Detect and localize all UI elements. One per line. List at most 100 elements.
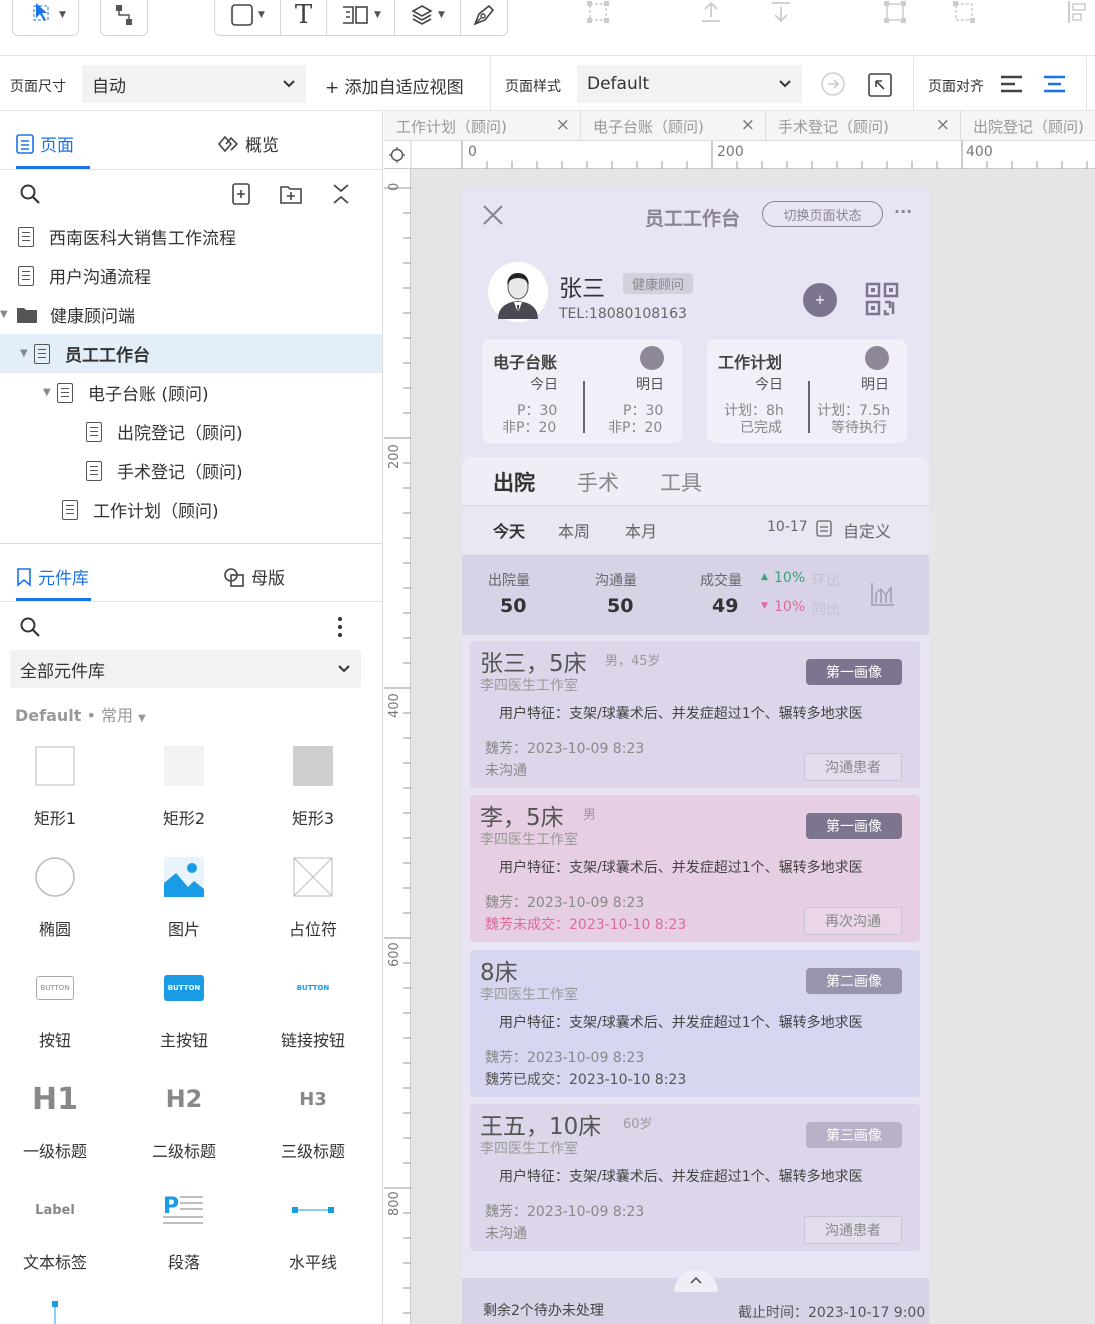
library-filter[interactable]: Default • 常用 ▼ <box>15 702 146 726</box>
editor-tab-label: 手术登记（顾问) <box>778 117 889 136</box>
collapse-all-icon[interactable] <box>331 183 351 205</box>
library-select[interactable]: 全部元件库 <box>10 650 361 688</box>
search-icon[interactable] <box>19 183 41 205</box>
component-h1[interactable]: H1 一级标题 <box>0 1076 110 1162</box>
pen-tool[interactable] <box>461 0 507 35</box>
ledger-indicator <box>640 346 664 370</box>
select-tool-group[interactable]: ▼ <box>12 0 79 36</box>
component-placeholder[interactable]: 占位符 <box>258 854 368 940</box>
tab-surgery[interactable]: 手术 <box>577 467 619 497</box>
chevron-up-icon[interactable] <box>689 1275 703 1285</box>
close-icon[interactable]: × <box>741 115 755 135</box>
group-icon[interactable] <box>877 0 913 30</box>
tree-item-page[interactable]: 西南医科大销售工作流程 <box>0 217 382 256</box>
close-icon[interactable] <box>482 204 504 226</box>
ledger-card[interactable]: 电子台账 今日 明日 P：30 非P：20 P：30 非P：20 <box>482 339 682 443</box>
period-today[interactable]: 今天 <box>493 518 525 542</box>
pointer-select-icon[interactable] <box>25 0 55 30</box>
tree-item-page[interactable]: 工作计划（顾问) <box>0 490 382 529</box>
move-up-icon[interactable] <box>693 0 729 30</box>
editor-tabs: 工作计划（顾问) × 电子台账（顾问) × 手术登记（顾问) × 出院登记（顾问) <box>384 111 1095 141</box>
layers-tool[interactable]: ▼ <box>395 0 461 35</box>
component-rectangle2[interactable]: 矩形2 <box>129 743 239 829</box>
more-options-icon[interactable] <box>334 615 346 639</box>
dynamic-panel-tool[interactable]: ▼ <box>327 0 395 35</box>
text-tool[interactable]: T <box>281 0 327 35</box>
tree-item-page-selected[interactable]: ▼ 员工工作台 <box>0 334 382 373</box>
page-size-select[interactable]: 自动 <box>82 65 306 103</box>
patient-card[interactable]: 8床 李四医生工作室 第二画像 用户特征：支架/球囊术后、并发症超过1个、辗转多地求医… <box>470 950 920 1097</box>
add-adaptive-view-button[interactable]: + 添加自适应视图 <box>325 73 464 98</box>
tab-overview[interactable]: 概览 <box>217 131 279 156</box>
plan-card[interactable]: 工作计划 今日 明日 计划：8h 已完成 计划：7.5h 等待执行 <box>707 339 907 443</box>
close-icon[interactable]: × <box>936 115 950 135</box>
component-ellipse[interactable]: 椭圆 <box>0 854 110 940</box>
align-center-page-icon[interactable] <box>1043 74 1067 94</box>
card-action-button[interactable]: 再次沟通 <box>804 907 902 935</box>
qr-code-icon[interactable] <box>865 282 899 316</box>
calendar-icon[interactable] <box>816 519 832 537</box>
close-icon[interactable]: × <box>556 115 570 135</box>
chevron-down-icon[interactable]: ▼ <box>59 10 66 20</box>
open-style-icon[interactable] <box>867 72 893 98</box>
h3-icon: H3 <box>299 1088 327 1110</box>
patient-card[interactable]: 王五，10床 60岁 李四医生工作室 第三画像 用户特征：支架/球囊术后、并发症超过1个… <box>470 1104 920 1251</box>
tree-item-page[interactable]: ▼ 电子台账 (顾问) <box>0 373 382 412</box>
tab-pages[interactable]: 页面 <box>16 131 74 156</box>
expand-triangle-icon[interactable]: ▼ <box>0 309 14 320</box>
tab-tools[interactable]: 工具 <box>660 467 702 497</box>
tab-discharge[interactable]: 出院 <box>493 467 535 497</box>
patient-card[interactable]: 李，5床 男李四医生工作室 第一画像 用户特征：支架/球囊术后、并发症超过1个、辗转多… <box>470 795 920 942</box>
expand-triangle-icon[interactable]: ▼ <box>20 348 34 359</box>
custom-period[interactable]: 自定义 <box>843 518 891 542</box>
component-primary-button[interactable]: BUTTON 主按钮 <box>129 965 239 1051</box>
period-week[interactable]: 本周 <box>558 518 590 542</box>
search-icon[interactable] <box>19 616 41 638</box>
move-down-icon[interactable] <box>763 0 799 30</box>
card-action-button[interactable]: 沟通患者 <box>804 753 902 781</box>
component-rectangle1[interactable]: 矩形1 <box>0 743 110 829</box>
tab-masters[interactable]: 母版 <box>223 564 285 589</box>
chevron-down-icon[interactable]: ▼ <box>258 10 265 20</box>
shape-tool[interactable]: ▼ <box>215 0 281 35</box>
expand-triangle-icon[interactable]: ▼ <box>43 387 57 398</box>
align-left-page-icon[interactable] <box>1000 74 1024 94</box>
library-name: Default <box>15 706 82 725</box>
add-page-icon[interactable] <box>231 183 253 205</box>
component-paragraph[interactable]: P 段落 <box>129 1187 239 1273</box>
add-button[interactable]: + <box>803 283 837 317</box>
chart-icon[interactable] <box>870 581 896 607</box>
editor-tab[interactable]: 电子台账（顾问) × <box>581 111 766 141</box>
add-folder-icon[interactable] <box>279 183 303 205</box>
tree-item-page[interactable]: 手术登记（顾问) <box>0 451 382 490</box>
page-style-edit-icon[interactable] <box>820 71 846 97</box>
card-action-button[interactable]: 沟通患者 <box>804 1216 902 1244</box>
chevron-down-icon[interactable]: ▼ <box>374 10 381 20</box>
patient-card[interactable]: 张三，5床 男，45岁 李四医生工作室 第一画像 用户特征：支架/球囊术后、并发症超过1… <box>470 641 920 788</box>
component-horizontal-line[interactable]: 水平线 <box>258 1187 368 1273</box>
chevron-down-icon[interactable]: ▼ <box>438 10 445 20</box>
ungroup-icon[interactable] <box>946 0 982 30</box>
align-left-icon[interactable] <box>1060 0 1095 30</box>
component-image[interactable]: 图片 <box>129 854 239 940</box>
align-top-icon[interactable] <box>580 0 616 30</box>
editor-tab[interactable]: 手术登记（顾问) × <box>766 111 961 141</box>
editor-tab[interactable]: 出院登记（顾问) <box>961 111 1095 141</box>
component-link-button[interactable]: BUTTON 链接按钮 <box>258 965 368 1051</box>
tab-library[interactable]: 元件库 <box>16 564 89 589</box>
tree-item-page[interactable]: 用户沟通流程 <box>0 256 382 295</box>
component-h2[interactable]: H2 二级标题 <box>129 1076 239 1162</box>
component-button[interactable]: BUTTON 按钮 <box>0 965 110 1051</box>
tree-item-page[interactable]: 出院登记（顾问) <box>0 412 382 451</box>
vertical-line-icon[interactable] <box>52 1301 60 1324</box>
component-rectangle3[interactable]: 矩形3 <box>258 743 368 829</box>
page-style-select[interactable]: Default <box>577 65 802 103</box>
switch-state-button[interactable]: 切换页面状态 <box>762 201 883 227</box>
more-icon[interactable]: ··· <box>894 202 912 221</box>
editor-tab[interactable]: 工作计划（顾问) × <box>384 111 581 141</box>
period-month[interactable]: 本月 <box>625 518 657 542</box>
component-h3[interactable]: H3 三级标题 <box>258 1076 368 1162</box>
tree-item-folder[interactable]: ▼ 健康顾问端 <box>0 295 382 334</box>
component-label[interactable]: Label 文本标签 <box>0 1187 110 1273</box>
connector-tool[interactable] <box>100 0 148 36</box>
